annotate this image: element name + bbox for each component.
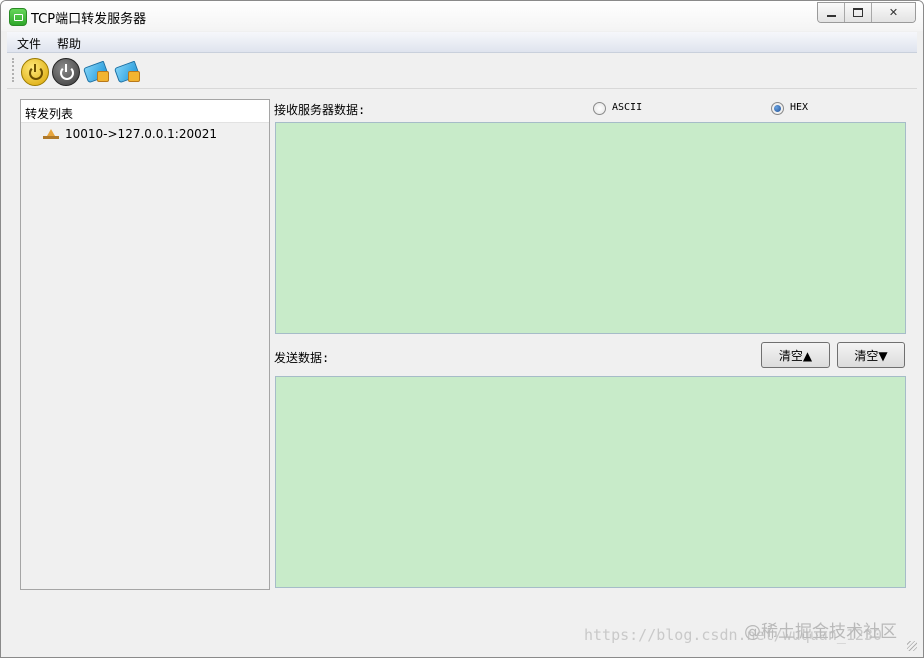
hex-radio-label[interactable]: HEX [790, 102, 808, 113]
tag-icon[interactable] [83, 58, 109, 84]
ascii-radio-label[interactable]: ASCII [612, 102, 642, 113]
hex-radio[interactable] [771, 102, 784, 115]
minimize-button[interactable] [818, 3, 845, 22]
resize-grip[interactable] [907, 641, 917, 651]
maximize-button[interactable] [845, 3, 872, 22]
ascii-radio[interactable] [593, 102, 606, 115]
menu-file[interactable]: 文件 [17, 35, 41, 52]
minimize-icon [826, 14, 836, 17]
maximize-icon [853, 8, 863, 17]
receive-label: 接收服务器数据: [274, 103, 366, 117]
forward-list-title: 转发列表 [25, 107, 74, 121]
app-window: TCP端口转发服务器 ✕ 文件 帮助 转发列表 10010->127.0.0.1… [0, 0, 924, 658]
forward-list-header[interactable]: 转发列表 [21, 100, 269, 123]
close-button[interactable]: ✕ [872, 3, 915, 22]
window-title: TCP端口转发服务器 [31, 12, 147, 27]
clear-send-button[interactable]: 清空▼ [837, 342, 905, 368]
close-icon: ✕ [888, 6, 899, 19]
send-data-area[interactable] [275, 376, 906, 588]
watermark-brand: @稀土掘金技术社区 [744, 622, 897, 642]
power-on-icon[interactable] [21, 58, 49, 86]
receive-data-area[interactable] [275, 122, 906, 334]
forward-rule-icon [43, 129, 59, 139]
title-bar: TCP端口转发服务器 ✕ [1, 1, 923, 31]
menu-help[interactable]: 帮助 [57, 35, 81, 52]
clear-receive-button[interactable]: 清空▲ [761, 342, 830, 368]
tag-icon[interactable] [114, 58, 140, 84]
power-off-icon[interactable] [52, 58, 80, 86]
toolbar [7, 54, 917, 89]
list-item-label: 10010->127.0.0.1:20021 [65, 127, 218, 141]
send-label: 发送数据: [274, 351, 330, 365]
window-controls: ✕ [817, 2, 916, 23]
toolbar-grip[interactable] [12, 58, 16, 82]
app-icon [9, 8, 27, 26]
menu-bar: 文件 帮助 [7, 32, 917, 53]
forward-list-panel: 转发列表 10010->127.0.0.1:20021 [20, 99, 270, 590]
